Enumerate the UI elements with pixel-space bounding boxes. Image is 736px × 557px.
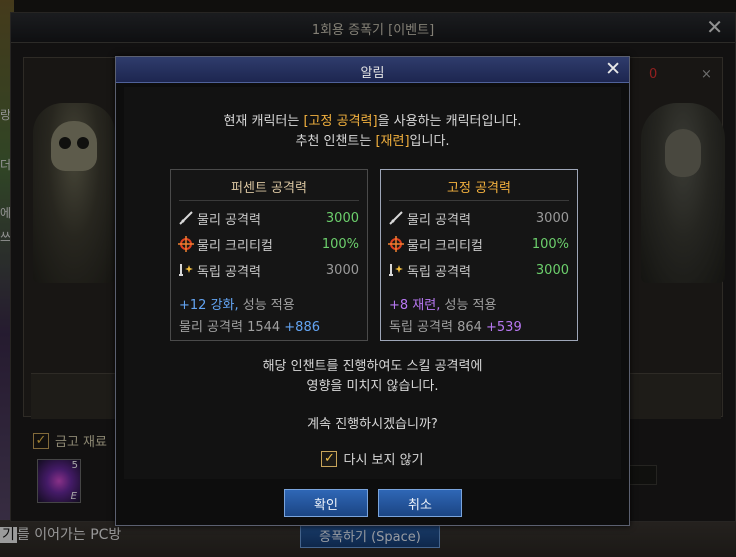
highlight-text: [고정 공격력] <box>303 114 378 129</box>
alert-title: 알림 <box>360 66 385 81</box>
dont-show-again-option[interactable]: ✓ 다시 보지 않기 <box>116 449 629 468</box>
close-icon[interactable]: ✕ <box>605 58 621 80</box>
bonus-label: 독립 공격력 864 <box>389 320 487 335</box>
fixed-attack-box: 고정 공격력 물리 공격력 3000 물리 크리티컬 100% 독립 공격력 3… <box>380 169 578 341</box>
sword-icon <box>177 209 195 227</box>
divider <box>179 200 359 201</box>
message-text: 입니다. <box>409 134 450 149</box>
crosshair-icon <box>177 235 195 253</box>
stat-row: 독립 공격력 3000 <box>177 260 359 280</box>
percent-attack-box: 퍼센트 공격력 물리 공격력 3000 물리 크리티컬 100% 독립 공격력 … <box>170 169 368 341</box>
stat-value: 3000 <box>325 210 359 226</box>
confirm-question: 계속 진행하시겠습니까? <box>307 417 438 432</box>
enhance-bonus: 물리 공격력 1544 +886 <box>179 316 320 335</box>
refine-summary: +8 재련, 성능 적용 <box>389 294 496 313</box>
message-text: 을 사용하는 캐릭터입니다. <box>377 114 522 129</box>
sword-icon <box>387 209 405 227</box>
stat-value: 100% <box>531 236 569 252</box>
stat-row: 독립 공격력 3000 <box>387 260 569 280</box>
alert-body: 현재 캐릭터는 [고정 공격력]을 사용하는 캐릭터입니다. 추천 인챈트는 [… <box>124 87 621 479</box>
confirm-button[interactable]: 확인 <box>284 489 368 517</box>
alert-titlebar[interactable]: 알림 ✕ <box>116 57 629 83</box>
notice-line2: 영향을 미치지 않습니다. <box>306 379 439 394</box>
stat-label: 물리 공격력 <box>197 212 261 228</box>
message-text: 추천 인챈트는 <box>295 134 376 149</box>
bonus-label: 물리 공격력 1544 <box>179 320 285 335</box>
stat-value: 3000 <box>535 210 569 226</box>
enhance-note: 성능 적용 <box>238 298 295 313</box>
stat-value: 3000 <box>325 262 359 278</box>
stat-row: 물리 공격력 3000 <box>387 208 569 228</box>
stat-label: 물리 크리티컬 <box>197 238 273 254</box>
cancel-button[interactable]: 취소 <box>378 489 462 517</box>
stat-label: 물리 공격력 <box>407 212 471 228</box>
enhance-summary: +12 강화, 성능 적용 <box>179 294 295 313</box>
stat-box-header: 퍼센트 공격력 <box>231 181 307 196</box>
stat-label: 물리 크리티컬 <box>407 238 483 254</box>
refine-level: +8 재련, <box>389 298 441 313</box>
spark-sword-icon <box>387 261 405 279</box>
alert-dialog: 알림 ✕ 현재 캐릭터는 [고정 공격력]을 사용하는 캐릭터입니다. 추천 인… <box>115 56 630 526</box>
recommend-message-line2: 추천 인챈트는 [재련]입니다. <box>124 132 621 152</box>
bonus-value: +539 <box>486 320 522 335</box>
divider <box>389 200 569 201</box>
message-text: 현재 캐릭터는 <box>223 114 304 129</box>
refine-note: 성능 적용 <box>440 298 497 313</box>
stat-label: 독립 공격력 <box>407 264 471 280</box>
checkmark-icon[interactable]: ✓ <box>321 450 338 467</box>
spark-sword-icon <box>177 261 195 279</box>
notice-line1: 해당 인챈트를 진행하여도 스킬 공격력에 <box>262 359 483 374</box>
stat-row: 물리 크리티컬 100% <box>177 234 359 254</box>
dont-show-again-label: 다시 보지 않기 <box>343 453 424 468</box>
stat-box-header: 고정 공격력 <box>447 181 511 196</box>
highlight-text: [재련] <box>375 134 410 149</box>
enhance-level: +12 강화, <box>179 298 239 313</box>
bonus-value: +886 <box>284 320 320 335</box>
stat-value: 100% <box>321 236 359 252</box>
recommend-message-line1: 현재 캐릭터는 [고정 공격력]을 사용하는 캐릭터입니다. <box>124 112 621 132</box>
stat-row: 물리 크리티컬 100% <box>387 234 569 254</box>
stat-row: 물리 공격력 3000 <box>177 208 359 228</box>
stat-label: 독립 공격력 <box>197 264 261 280</box>
crosshair-icon <box>387 235 405 253</box>
refine-bonus: 독립 공격력 864 +539 <box>389 316 522 335</box>
stat-value: 3000 <box>535 262 569 278</box>
